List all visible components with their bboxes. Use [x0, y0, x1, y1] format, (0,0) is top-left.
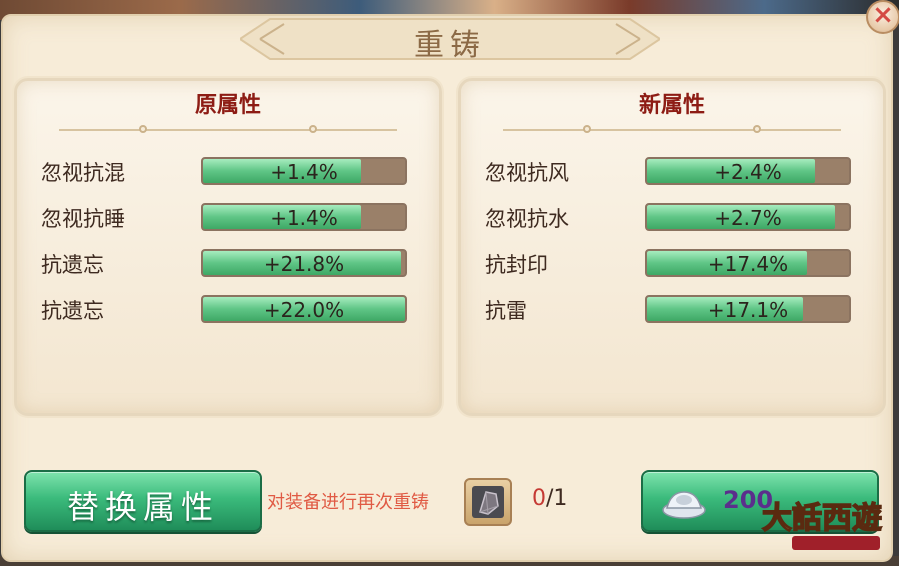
attribute-bar: +2.7% — [645, 203, 851, 231]
attribute-row: 忽视抗水 +2.7% — [461, 201, 883, 233]
replace-attributes-label: 替换属性 — [66, 488, 219, 526]
game-logo-watermark: 大話西遊 — [761, 500, 883, 550]
attribute-bar: +1.4% — [201, 157, 407, 185]
attribute-name: 抗封印 — [485, 253, 548, 277]
attribute-name: 忽视抗风 — [485, 161, 569, 185]
attribute-row: 抗遗忘 +22.0% — [17, 293, 439, 325]
silver-ingot-icon — [662, 491, 706, 519]
material-current: 0 — [532, 486, 546, 511]
attribute-row: 忽视抗睡 +1.4% — [17, 201, 439, 233]
recast-hint: 对装备进行再次重铸 — [267, 492, 429, 513]
attribute-bar: +1.4% — [201, 203, 407, 231]
material-slot[interactable] — [464, 478, 512, 526]
attribute-bar: +22.0% — [201, 295, 407, 323]
title-ribbon: 重铸 — [240, 14, 660, 64]
attribute-value: +1.4% — [270, 160, 338, 184]
recast-material-icon — [472, 486, 504, 518]
attribute-bar: +21.8% — [201, 249, 407, 277]
new-attributes-title: 新属性 — [638, 93, 705, 118]
attribute-value: +17.1% — [707, 298, 789, 322]
close-button[interactable]: × — [866, 0, 899, 34]
attribute-value: +17.4% — [707, 252, 789, 276]
attribute-name: 忽视抗混 — [41, 161, 125, 185]
svg-text:大話西遊: 大話西遊 — [762, 501, 882, 536]
attribute-name: 忽视抗睡 — [41, 207, 125, 231]
material-max: /1 — [546, 486, 568, 511]
attribute-name: 抗遗忘 — [41, 299, 104, 323]
attribute-row: 抗封印 +17.4% — [461, 247, 883, 279]
attribute-row: 忽视抗风 +2.4% — [461, 155, 883, 187]
attribute-bar: +2.4% — [645, 157, 851, 185]
recast-stone-icon — [479, 491, 499, 515]
attribute-value: +1.4% — [270, 206, 338, 230]
attribute-name: 抗雷 — [485, 299, 527, 323]
panel-divider — [503, 125, 841, 135]
original-attributes-panel: 原属性 忽视抗混 +1.4% 忽视抗睡 +1.4% 抗遗忘 +21.8% 抗遗忘… — [14, 78, 442, 416]
attribute-bar: +17.1% — [645, 295, 851, 323]
attribute-row: 忽视抗混 +1.4% — [17, 155, 439, 187]
new-attributes-panel: 新属性 忽视抗风 +2.4% 忽视抗水 +2.7% 抗封印 +17.4% 抗雷 … — [458, 78, 886, 416]
attribute-row: 抗遗忘 +21.8% — [17, 247, 439, 279]
attribute-value: +2.4% — [714, 160, 782, 184]
dialog-title: 重铸 — [414, 28, 486, 63]
attribute-bar: +17.4% — [645, 249, 851, 277]
panel-divider — [59, 125, 397, 135]
attribute-value: +21.8% — [263, 252, 345, 276]
attribute-value: +2.7% — [714, 206, 782, 230]
attribute-name: 忽视抗水 — [485, 207, 569, 231]
attribute-value: +22.0% — [263, 298, 345, 322]
attribute-row: 抗雷 +17.1% — [461, 293, 883, 325]
replace-attributes-button[interactable]: 替换属性 — [24, 470, 262, 532]
close-icon: × — [872, 0, 894, 30]
attribute-name: 抗遗忘 — [41, 253, 104, 277]
material-count: 0/1 — [532, 486, 567, 511]
original-attributes-title: 原属性 — [194, 93, 261, 118]
